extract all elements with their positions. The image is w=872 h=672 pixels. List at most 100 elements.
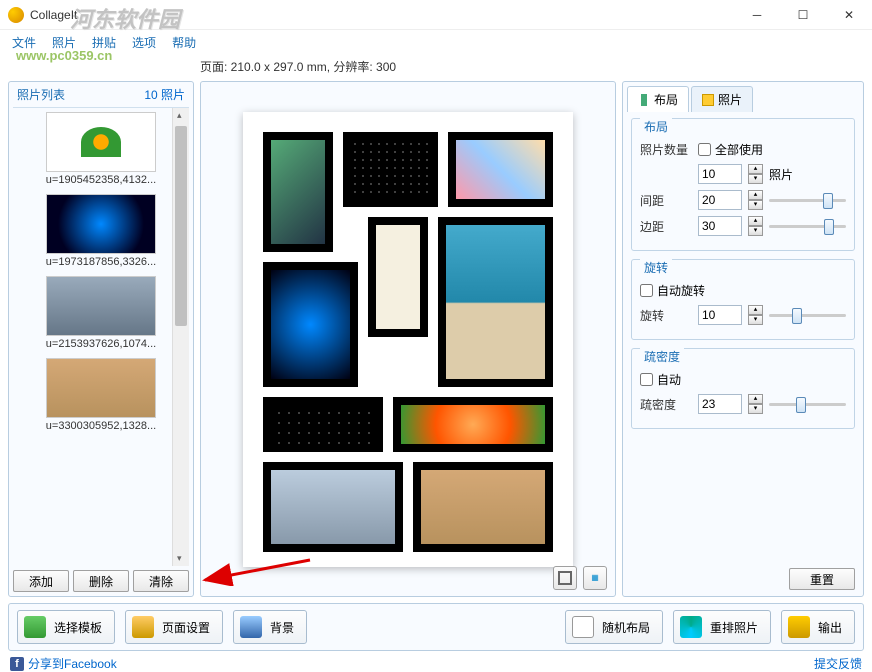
button-label: 重排照片	[710, 619, 758, 636]
photo-count-input[interactable]	[698, 164, 742, 184]
select-template-button[interactable]: 选择模板	[17, 610, 115, 644]
menu-photo[interactable]: 照片	[46, 32, 82, 53]
spacing-input[interactable]	[698, 190, 742, 210]
crop-tool-button[interactable]	[553, 566, 577, 590]
crop-icon	[558, 571, 572, 585]
thumbnail-caption: u=2153937626,1074...	[13, 338, 189, 350]
close-button[interactable]: ✕	[826, 0, 872, 30]
properties-panel: 布局 照片 布局 照片数量 全部使用 ▴▾ 照片 间距 ▴▾	[622, 81, 864, 597]
menu-bar: 文件 照片 拼贴 选项 帮助 www.pc0359.cn	[0, 30, 872, 54]
page-setup-button[interactable]: 页面设置	[125, 610, 223, 644]
maximize-button[interactable]: ☐	[780, 0, 826, 30]
scrollbar[interactable]	[172, 108, 189, 566]
density-slider[interactable]	[769, 395, 846, 413]
link-label: 分享到Facebook	[28, 655, 117, 672]
menu-collage[interactable]: 拼贴	[86, 32, 122, 53]
template-icon	[24, 616, 46, 638]
title-bar: CollageIt 河东软件园 ─ ☐ ✕	[0, 0, 872, 30]
collage-frame[interactable]	[263, 397, 383, 452]
thumbnail-caption: u=1973187856,3326...	[13, 256, 189, 268]
margin-label: 边距	[640, 218, 692, 235]
facebook-icon: f	[10, 657, 24, 671]
button-label: 输出	[818, 619, 842, 636]
group-rotate: 旋转 自动旋转 旋转 ▴▾	[631, 259, 855, 340]
list-item[interactable]: u=3300305952,1328...	[13, 354, 189, 436]
thumbnail-image	[46, 276, 156, 336]
menu-help[interactable]: 帮助	[166, 32, 202, 53]
margin-input[interactable]	[698, 216, 742, 236]
collage-frame[interactable]	[343, 132, 438, 207]
menu-options[interactable]: 选项	[126, 32, 162, 53]
button-label: 随机布局	[602, 619, 650, 636]
photo-list-panel: 照片列表 10 照片 u=1905452358,4132... u=197318…	[8, 81, 194, 597]
feedback-link[interactable]: 提交反馈	[814, 655, 862, 672]
photo-count: 10 照片	[144, 86, 185, 103]
density-spinner[interactable]: ▴▾	[748, 394, 763, 414]
photo-count-spinner[interactable]: ▴▾	[748, 164, 763, 184]
photo-icon	[702, 94, 714, 106]
collage-frame[interactable]	[438, 217, 553, 387]
delete-button[interactable]: 删除	[73, 570, 129, 592]
list-item[interactable]: u=2153937626,1074...	[13, 272, 189, 354]
spacing-spinner[interactable]: ▴▾	[748, 190, 763, 210]
rotate-label: 旋转	[640, 307, 692, 324]
tab-layout-label: 布局	[654, 91, 678, 108]
rotate-slider[interactable]	[769, 306, 846, 324]
rotate-spinner[interactable]: ▴▾	[748, 305, 763, 325]
collage-frame[interactable]	[263, 262, 358, 387]
density-label: 疏密度	[640, 396, 692, 413]
list-item[interactable]: u=1905452358,4132...	[13, 108, 189, 190]
add-button[interactable]: 添加	[13, 570, 69, 592]
thumbnail-caption: u=1905452358,4132...	[13, 174, 189, 186]
collage-frame[interactable]	[448, 132, 553, 207]
page-info: 页面: 210.0 x 297.0 mm, 分辨率: 300	[0, 54, 872, 81]
button-label: 背景	[270, 619, 294, 636]
scroll-thumb[interactable]	[175, 126, 187, 326]
group-density: 疏密度 自动 疏密度 ▴▾	[631, 348, 855, 429]
auto-density-checkbox[interactable]	[640, 373, 653, 386]
density-input[interactable]	[698, 394, 742, 414]
photo-unit: 照片	[769, 166, 793, 183]
thumbnail-caption: u=3300305952,1328...	[13, 420, 189, 432]
clear-button[interactable]: 清除	[133, 570, 189, 592]
collage-frame[interactable]	[263, 462, 403, 552]
collage-frame[interactable]	[413, 462, 553, 552]
collage-frame[interactable]	[393, 397, 553, 452]
thumbnail-image	[46, 112, 156, 172]
button-label: 页面设置	[162, 619, 210, 636]
thumbnail-image	[46, 194, 156, 254]
margin-slider[interactable]	[769, 217, 846, 235]
share-facebook-link[interactable]: f 分享到Facebook	[10, 655, 117, 672]
collage-canvas[interactable]	[243, 112, 573, 567]
minimize-button[interactable]: ─	[734, 0, 780, 30]
output-button[interactable]: 输出	[781, 610, 855, 644]
background-button[interactable]: 背景	[233, 610, 307, 644]
collage-frame[interactable]	[368, 217, 428, 337]
window-title: CollageIt	[30, 8, 77, 22]
spacing-slider[interactable]	[769, 191, 846, 209]
dice-icon	[572, 616, 594, 638]
tab-layout[interactable]: 布局	[627, 86, 689, 112]
list-item[interactable]: u=1973187856,3326...	[13, 190, 189, 272]
page-icon	[132, 616, 154, 638]
background-icon	[240, 616, 262, 638]
margin-spinner[interactable]: ▴▾	[748, 216, 763, 236]
spacing-label: 间距	[640, 192, 692, 209]
arrange-tool-button[interactable]: ▦	[583, 566, 607, 590]
use-all-checkbox[interactable]	[698, 143, 711, 156]
auto-rotate-checkbox[interactable]	[640, 284, 653, 297]
refresh-icon	[680, 616, 702, 638]
rotate-input[interactable]	[698, 305, 742, 325]
group-layout: 布局 照片数量 全部使用 ▴▾ 照片 间距 ▴▾ 边距	[631, 118, 855, 251]
reset-button[interactable]: 重置	[789, 568, 855, 590]
collage-frame[interactable]	[263, 132, 333, 252]
footer: f 分享到Facebook 提交反馈	[0, 651, 872, 672]
menu-file[interactable]: 文件	[6, 32, 42, 53]
button-label: 选择模板	[54, 619, 102, 636]
random-layout-button[interactable]: 随机布局	[565, 610, 663, 644]
rearrange-button[interactable]: 重排照片	[673, 610, 771, 644]
canvas-panel: ▦	[200, 81, 616, 597]
tab-photo[interactable]: 照片	[691, 86, 753, 112]
auto-rotate-label: 自动旋转	[657, 282, 705, 299]
layout-icon	[638, 94, 650, 106]
